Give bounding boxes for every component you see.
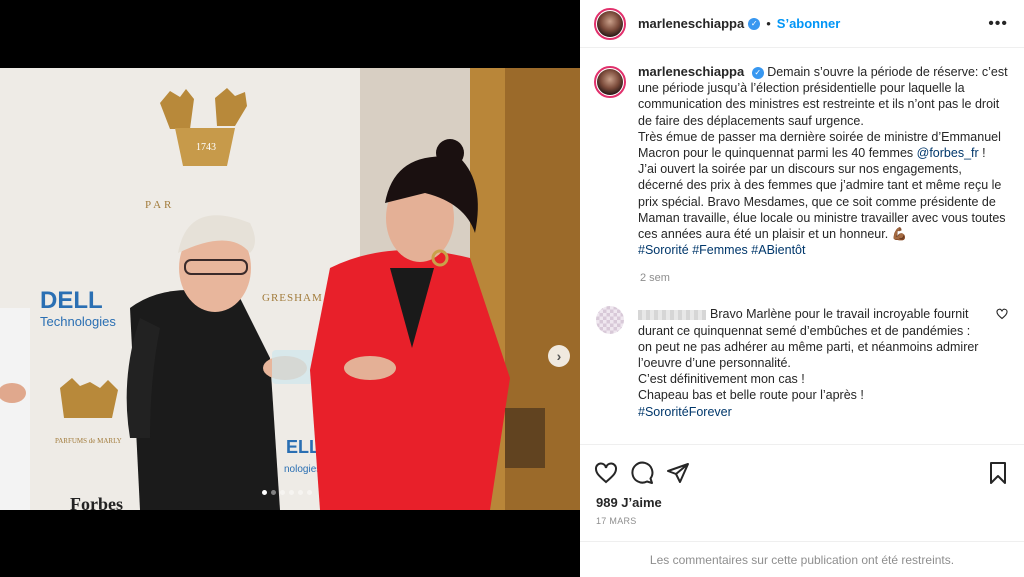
photo-year-text: 1743 [196, 142, 216, 153]
post-photo[interactable]: 1743 PAR DELL Technologies PARFUMS de MA… [0, 68, 580, 510]
post-header: marleneschiappa ✓ • S’abonner ••• [580, 0, 1024, 48]
more-options-icon[interactable]: ••• [988, 15, 1008, 33]
caption-username[interactable]: marleneschiappa [638, 64, 744, 79]
caption-text: marleneschiappa ✓ Demain s’ouvre la péri… [638, 64, 1008, 258]
post-date[interactable]: 17 MARS [580, 510, 1024, 526]
mention-link[interactable]: @forbes_fr [917, 146, 979, 160]
hashtag-link[interactable]: #Sororité [638, 243, 689, 257]
separator-dot: • [766, 16, 771, 31]
svg-text:Forbes: Forbes [70, 494, 123, 510]
comment-hashtag-link[interactable]: #SororitéForever [638, 405, 732, 419]
hashtag-link[interactable]: #Femmes [692, 243, 748, 257]
carousel-next-button[interactable]: › [548, 345, 570, 367]
comments-section: marleneschiappa ✓ Demain s’ouvre la péri… [580, 48, 1024, 444]
carousel-dot [271, 490, 276, 495]
svg-text:GRESHAM: GRESHAM [262, 292, 323, 304]
author-username[interactable]: marleneschiappa [638, 16, 744, 31]
caption-author-avatar[interactable] [594, 66, 626, 98]
carousel-dot [307, 490, 312, 495]
comment-item: Bravo Marlène pour le travail incroyable… [594, 306, 1008, 419]
post-panel: marleneschiappa ✓ • S’abonner ••• marlen… [580, 0, 1024, 577]
author-avatar[interactable] [594, 7, 626, 40]
actions-bar: 989 J’aime 17 MARS Les commentaires sur … [580, 444, 1024, 577]
comment-like-heart-icon[interactable] [996, 308, 1008, 320]
caption-paragraph-2-end: ! [982, 146, 986, 161]
caption-row: marleneschiappa ✓ Demain s’ouvre la péri… [594, 64, 1008, 258]
action-icons [580, 445, 1024, 489]
carousel-dot [289, 490, 294, 495]
comment-text: Bravo Marlène pour le travail incroyable… [638, 306, 986, 419]
commenter-name-blurred[interactable] [638, 310, 706, 321]
like-heart-icon[interactable] [594, 461, 618, 485]
follow-button[interactable]: S’abonner [777, 16, 841, 31]
comment-line-3: Chapeau bas et belle route pour l’après … [638, 388, 864, 403]
svg-text:ELL: ELL [286, 437, 320, 457]
commenter-avatar-blurred[interactable] [596, 306, 624, 335]
carousel-dot [262, 490, 267, 495]
caption-time-ago[interactable]: 2 sem [640, 272, 1008, 284]
svg-text:PAR: PAR [145, 199, 174, 211]
save-bookmark-icon[interactable] [986, 461, 1010, 485]
chevron-right-icon: › [556, 348, 562, 364]
comment-bubble-icon[interactable] [630, 461, 654, 485]
media-area: 1743 PAR DELL Technologies PARFUMS de MA… [0, 0, 580, 577]
carousel-dots [262, 490, 312, 495]
carousel-dot [298, 490, 303, 495]
svg-text:Technologies: Technologies [40, 314, 116, 329]
share-send-icon[interactable] [666, 461, 690, 485]
caption-paragraph-3: J’ai ouvert la soirée par un discours su… [638, 162, 1006, 242]
comments-restricted-notice: Les commentaires sur cette publication o… [580, 541, 1024, 577]
carousel-dot [280, 490, 285, 495]
likes-count[interactable]: 989 J’aime [580, 489, 1024, 510]
dell-logo-text: DELL [40, 287, 103, 314]
comment-line-2: C’est définitivement mon cas ! [638, 372, 805, 387]
svg-text:nologies: nologies [284, 464, 321, 475]
hashtag-link[interactable]: #ABientôt [751, 243, 805, 257]
photo-illustration: 1743 PAR DELL Technologies PARFUMS de MA… [0, 68, 580, 510]
verified-badge-icon: ✓ [748, 17, 761, 30]
svg-text:PARFUMS de MARLY: PARFUMS de MARLY [55, 437, 122, 445]
verified-badge-icon: ✓ [751, 66, 764, 79]
